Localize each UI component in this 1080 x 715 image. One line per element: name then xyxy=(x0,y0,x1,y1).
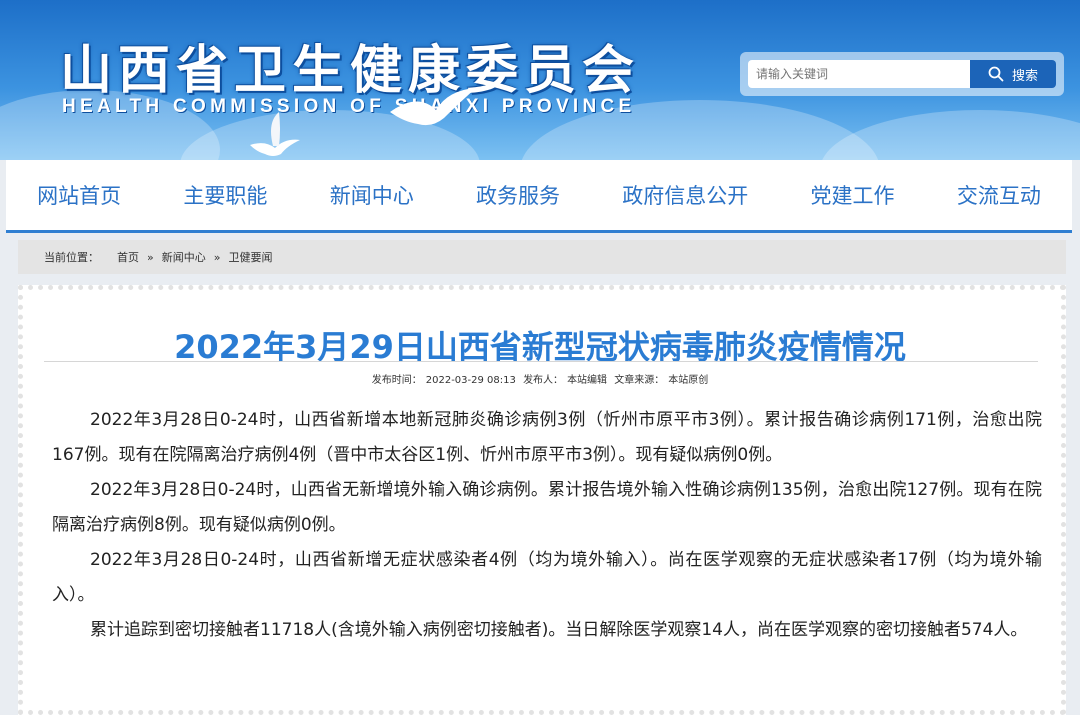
article-paragraph: 累计追踪到密切接触者11718人(含境外输入病例密切接触者)。当日解除医学观察1… xyxy=(90,620,1028,640)
meta-source-label: 文章来源： xyxy=(614,375,665,386)
meta-source: 本站原创 xyxy=(668,375,709,386)
nav-item-news[interactable]: 新闻中心 xyxy=(320,180,424,210)
search-icon xyxy=(988,66,1004,82)
site-header: 山西省卫生健康委员会 HEALTH COMMISSION OF SHANXI P… xyxy=(0,0,1080,160)
breadcrumb-prefix: 当前位置： xyxy=(44,251,99,264)
main-nav: 网站首页 主要职能 新闻中心 政务服务 政府信息公开 党建工作 交流互动 xyxy=(6,160,1072,233)
breadcrumb-home[interactable]: 首页 xyxy=(117,249,139,265)
dove-icon xyxy=(250,112,300,156)
meta-time-label: 发布时间： xyxy=(371,375,422,386)
meta-publisher-label: 发布人： xyxy=(523,375,564,386)
breadcrumb-separator: » xyxy=(147,250,154,264)
cloud-decoration xyxy=(820,110,1080,160)
site-logo-title: 山西省卫生健康委员会 xyxy=(60,41,641,101)
nav-item-functions[interactable]: 主要职能 xyxy=(173,180,277,210)
article-paragraph: 2022年3月28日0-24时，山西省新增无症状感染者4例（均为境外输入）。尚在… xyxy=(52,550,1042,605)
nav-item-interaction[interactable]: 交流互动 xyxy=(947,180,1051,210)
search-input[interactable] xyxy=(748,60,970,88)
nav-item-info-disclosure[interactable]: 政府信息公开 xyxy=(612,180,758,210)
breadcrumb-news[interactable]: 新闻中心 xyxy=(162,249,206,265)
search-box: 搜索 xyxy=(740,52,1064,96)
breadcrumb: 当前位置： 首页 » 新闻中心 » 卫健要闻 xyxy=(18,240,1066,274)
nav-item-services[interactable]: 政务服务 xyxy=(466,180,570,210)
article-paragraph: 2022年3月28日0-24时，山西省无新增境外输入确诊病例。累计报告境外输入性… xyxy=(52,480,1042,535)
search-button[interactable]: 搜索 xyxy=(970,60,1056,88)
article-paragraph: 2022年3月28日0-24时，山西省新增本地新冠肺炎确诊病例3例（忻州市原平市… xyxy=(52,410,1042,465)
article-body: 2022年3月28日0-24时，山西省新增本地新冠肺炎确诊病例3例（忻州市原平市… xyxy=(52,403,1042,648)
meta-publisher: 本站编辑 xyxy=(567,375,608,386)
nav-item-home[interactable]: 网站首页 xyxy=(27,180,131,210)
article-meta: 发布时间： 2022-03-29 08:13 发布人： 本站编辑 文章来源： 本站原创 xyxy=(0,371,1080,386)
nav-item-party-building[interactable]: 党建工作 xyxy=(801,180,905,210)
title-divider xyxy=(44,361,1038,362)
meta-time: 2022-03-29 08:13 xyxy=(425,375,516,386)
site-logo-subtitle: HEALTH COMMISSION OF SHANXI PROVINCE xyxy=(62,96,636,117)
dove-icon xyxy=(390,88,476,126)
breadcrumb-separator: » xyxy=(213,250,221,264)
breadcrumb-health-news[interactable]: 卫健要闻 xyxy=(228,249,272,265)
search-button-label: 搜索 xyxy=(1011,68,1038,84)
